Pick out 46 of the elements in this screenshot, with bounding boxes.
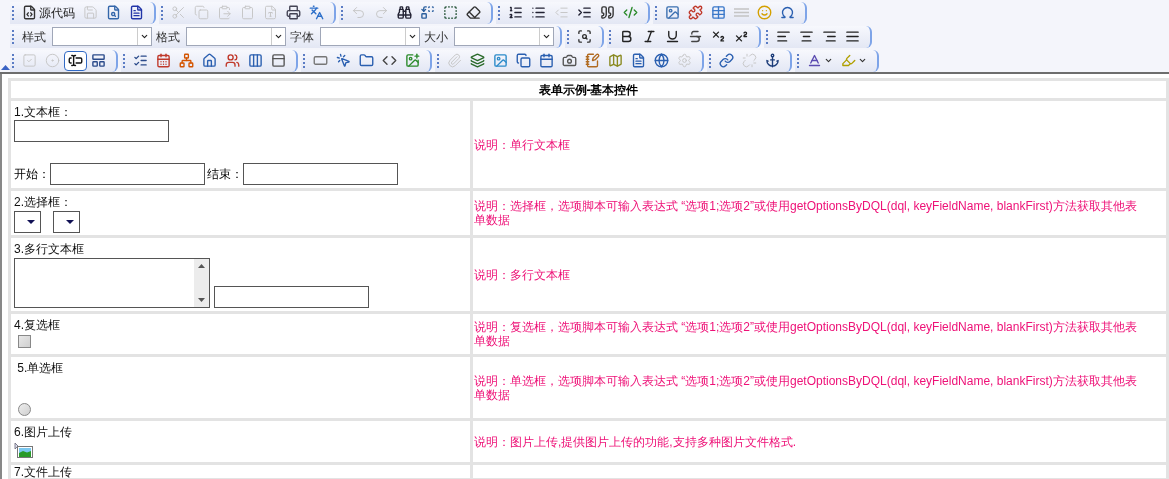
field-label: 1.文本框： bbox=[14, 104, 73, 120]
radio-button[interactable] bbox=[18, 403, 31, 416]
image-placeholder-icon bbox=[14, 442, 34, 459]
combo-label: 样式 bbox=[22, 28, 46, 46]
select-field[interactable] bbox=[53, 211, 80, 233]
dropdown-icon bbox=[66, 220, 74, 224]
description-text: 说明：图片上传,提供图片上传的功能,支持多种图片文件格式. bbox=[474, 434, 797, 449]
caret-icon bbox=[858, 56, 867, 65]
combo-field[interactable] bbox=[186, 27, 286, 46]
combo-field[interactable] bbox=[52, 27, 152, 46]
dropdown-icon bbox=[140, 32, 149, 41]
end-label: 结束： bbox=[207, 166, 243, 183]
description-text: 说明：单选框，选项脚本可输入表达式 “选项1;选项2”或使用getOptionsByDQL(dql, keyFieldName, blankFirst)方法获取其他表单数据 bbox=[474, 373, 1138, 402]
start-field[interactable] bbox=[50, 163, 205, 185]
description-text: 说明：多行文本框 bbox=[474, 267, 571, 282]
description-text: 说明：复选框，选项脚本可输入表达式 “选项1;选项2”或使用getOptionsByDQL(dql, keyFieldName, blankFirst)方法获取其他表单数据 bbox=[474, 320, 1138, 348]
input-field[interactable] bbox=[214, 286, 369, 308]
select-field[interactable] bbox=[14, 211, 41, 233]
description-text: 说明：单行文本框 bbox=[474, 137, 571, 152]
start-label: 开始： bbox=[14, 166, 50, 183]
collapse-icon[interactable] bbox=[0, 65, 10, 70]
field-label: 7.文件上传 bbox=[14, 466, 73, 478]
dropdown-icon bbox=[408, 32, 417, 41]
scroll-down-icon bbox=[198, 298, 205, 302]
field-label: 5.单选框 bbox=[16, 360, 65, 376]
dropdown-icon bbox=[27, 220, 35, 224]
input-field[interactable] bbox=[14, 120, 169, 142]
field-label: 4.复选框 bbox=[14, 317, 61, 333]
end-field[interactable] bbox=[243, 163, 398, 185]
dropdown-icon bbox=[274, 32, 283, 41]
field-label: 3.多行文本框 bbox=[14, 241, 85, 257]
text-area[interactable] bbox=[14, 258, 210, 308]
combo-label: 大小 bbox=[424, 28, 448, 46]
description-text: 说明：选择框，选项脚本可输入表达式 “选项1;选项2”或使用getOptionsByDQL(dql, keyFieldName, blankFirst)方法获取其他表单数据 bbox=[474, 199, 1138, 227]
dropdown-icon bbox=[542, 32, 551, 41]
source-button[interactable]: 源代码 bbox=[18, 2, 79, 23]
field-label: 2.选择框： bbox=[14, 194, 73, 210]
scroll-up-icon bbox=[198, 264, 205, 268]
combo-label: 格式 bbox=[156, 28, 180, 46]
checkbox[interactable] bbox=[18, 335, 31, 348]
caret-icon bbox=[824, 56, 833, 65]
table-title: 表单示例-基本控件 bbox=[11, 81, 1166, 98]
field-label: 6.图片上传 bbox=[14, 424, 73, 440]
combo-label: 字体 bbox=[290, 28, 314, 46]
combo-field[interactable] bbox=[320, 27, 420, 46]
combo-field[interactable] bbox=[454, 27, 554, 46]
